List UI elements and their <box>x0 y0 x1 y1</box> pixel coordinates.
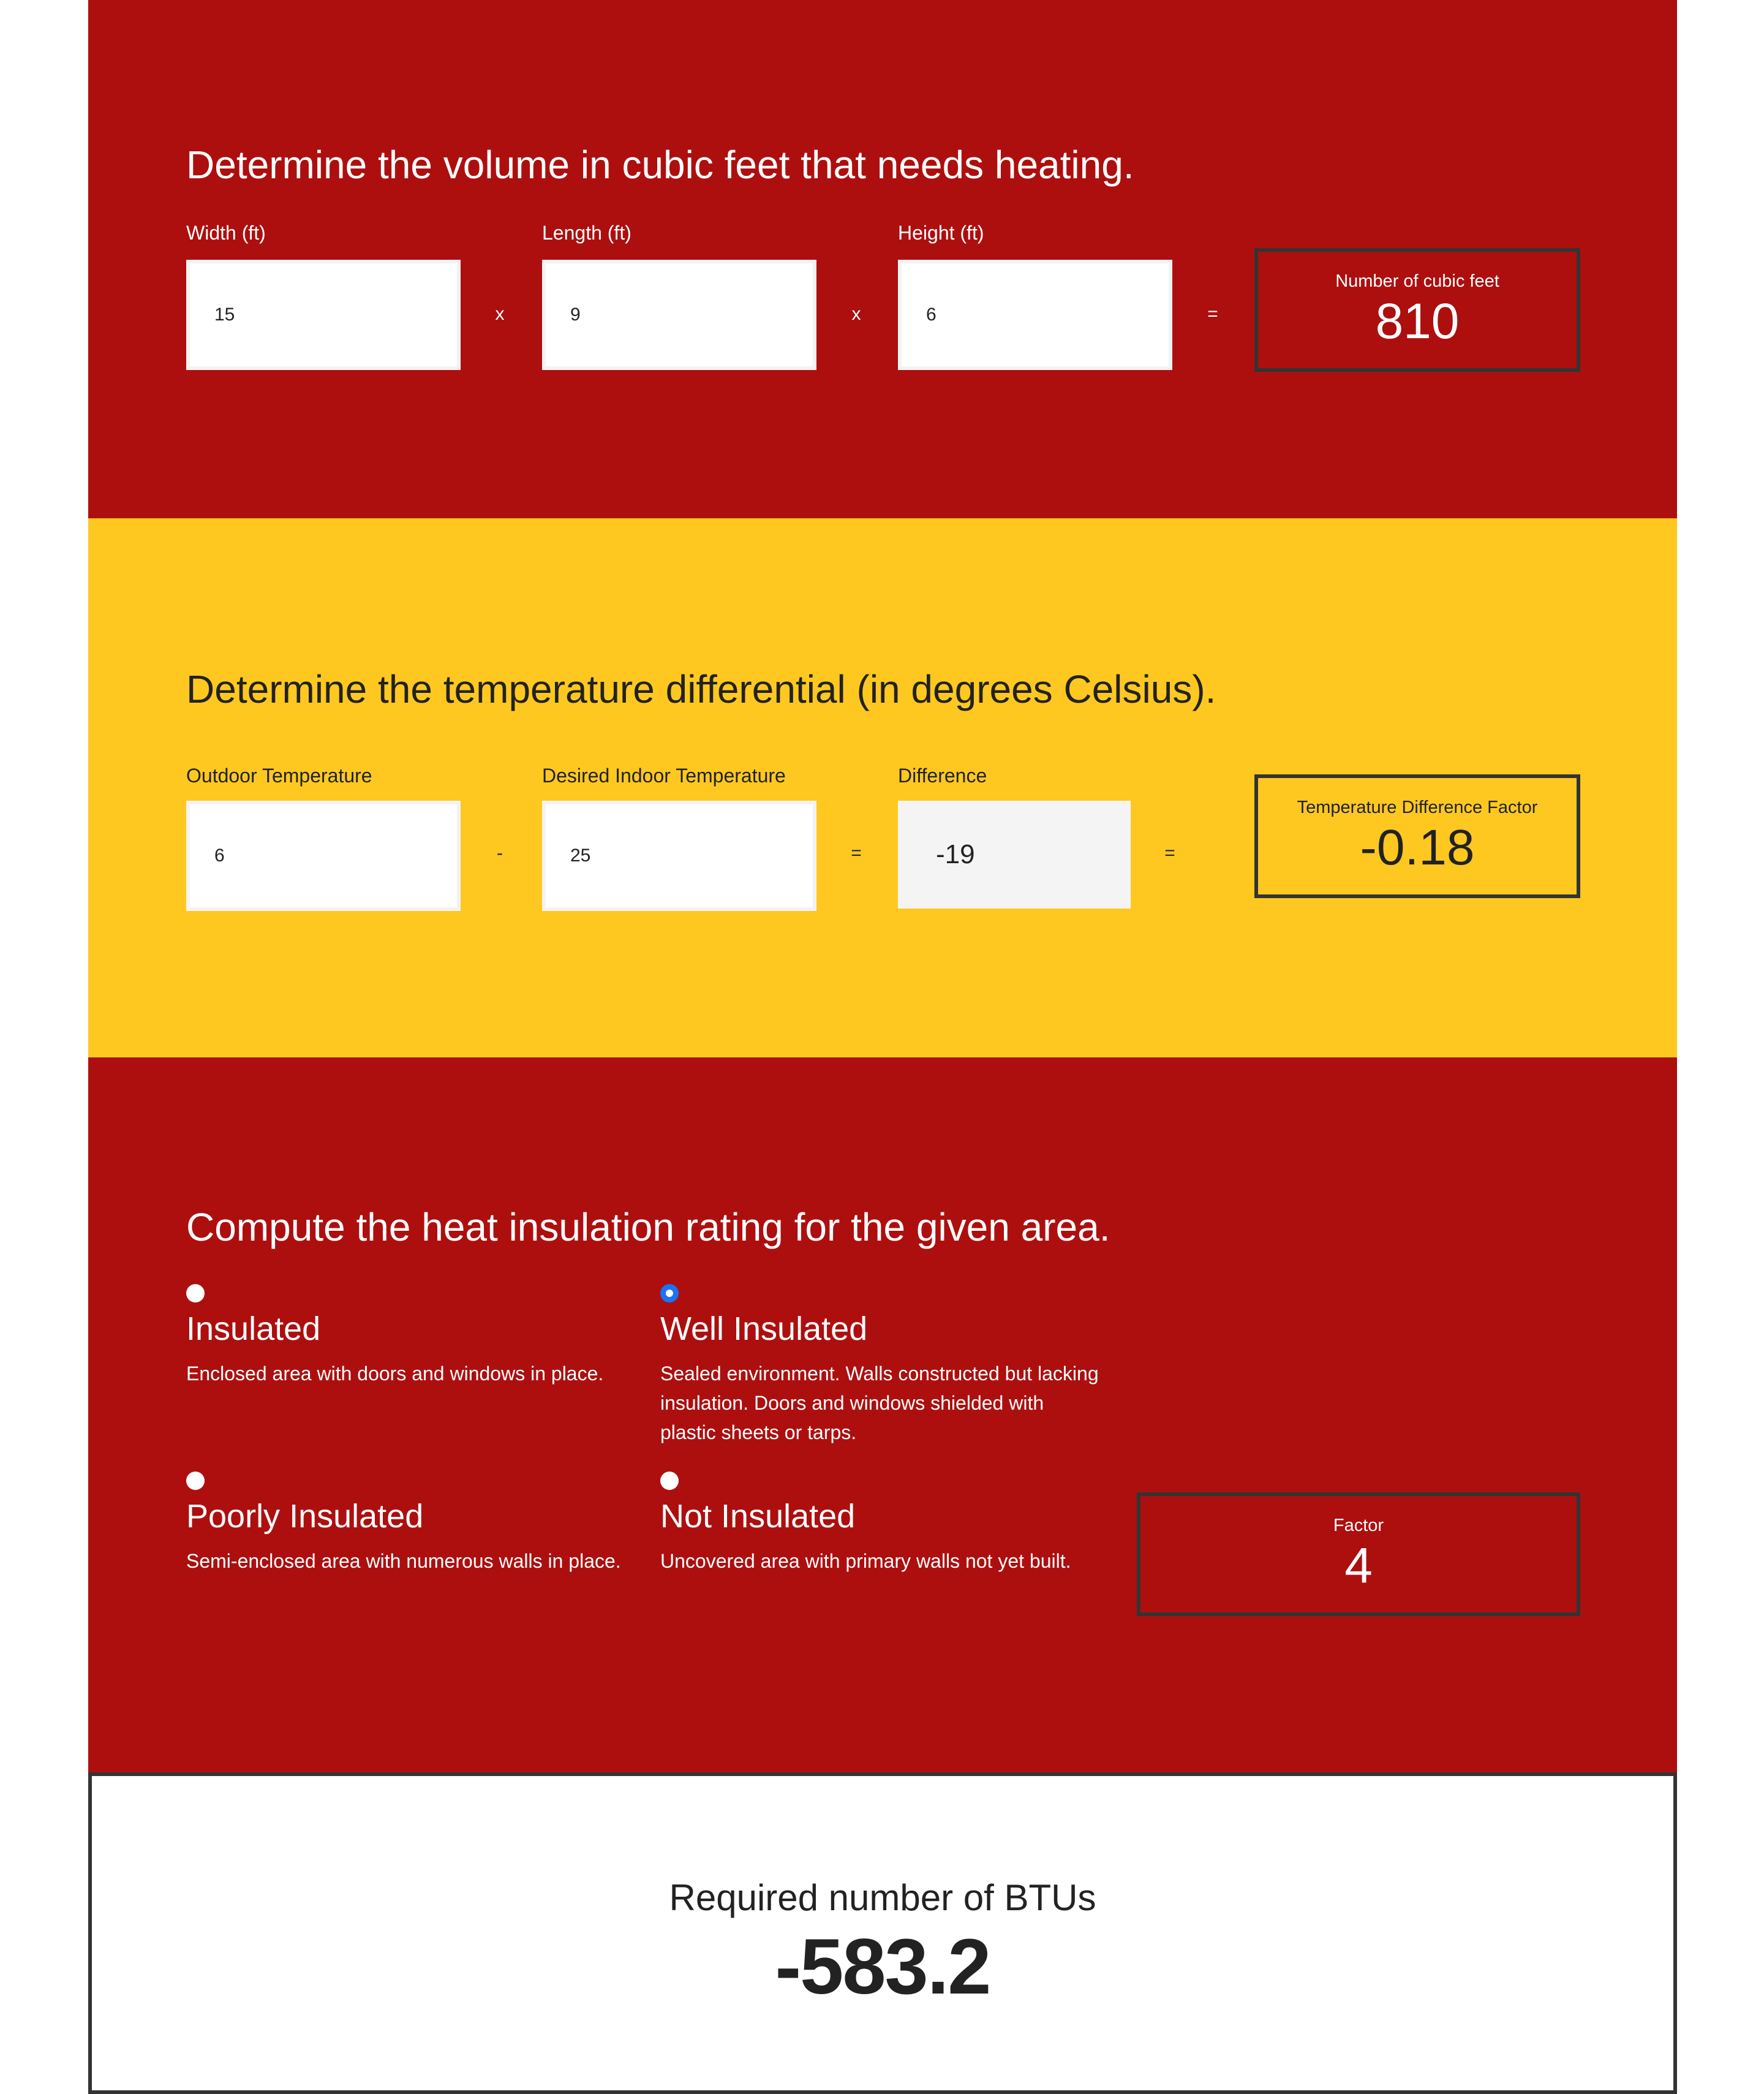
height-label: Height (ft) <box>898 222 984 244</box>
option-insulated[interactable]: Insulated Enclosed area with doors and w… <box>186 1284 627 1388</box>
equals-operator-1: = <box>851 843 862 863</box>
option-description: Sealed environment. Walls constructed bu… <box>660 1363 1099 1443</box>
temp-factor-label: Temperature Difference Factor <box>1297 798 1538 818</box>
option-title: Not Insulated <box>660 1498 856 1535</box>
radio-not-insulated[interactable] <box>660 1472 679 1490</box>
option-description: Uncovered area with primary walls not ye… <box>660 1550 1071 1572</box>
option-well-insulated[interactable]: Well Insulated Sealed environment. Walls… <box>660 1284 1101 1447</box>
length-label: Length (ft) <box>542 222 631 244</box>
calculator: Determine the volume in cubic feet that … <box>88 0 1677 2094</box>
insulation-factor-value: 4 <box>1344 1538 1373 1594</box>
multiply-operator-1: x <box>495 304 505 324</box>
insulation-section: Compute the heat insulation rating for t… <box>88 1057 1677 1772</box>
btu-label: Required number of BTUs <box>669 1877 1096 1918</box>
cubic-feet-result: Number of cubic feet 810 <box>1254 248 1580 372</box>
option-title: Well Insulated <box>660 1310 868 1347</box>
option-poorly-insulated[interactable]: Poorly Insulated Semi-enclosed area with… <box>186 1472 627 1576</box>
insulation-factor-result: Factor 4 <box>1137 1492 1580 1616</box>
temperature-section: Determine the temperature differential (… <box>88 518 1677 1057</box>
equals-operator: = <box>1207 304 1218 324</box>
insulation-factor-label: Factor <box>1333 1516 1384 1536</box>
temp-factor-result: Temperature Difference Factor -0.18 <box>1254 774 1580 898</box>
multiply-operator-2: x <box>851 304 861 324</box>
indoor-temp-label: Desired Indoor Temperature <box>542 765 786 787</box>
option-not-insulated[interactable]: Not Insulated Uncovered area with primar… <box>660 1472 1101 1576</box>
volume-section: Determine the volume in cubic feet that … <box>88 0 1677 518</box>
difference-field: -19 <box>898 801 1131 909</box>
width-label: Width (ft) <box>186 222 266 244</box>
btu-result-section: Required number of BTUs -583.2 <box>88 1772 1677 2094</box>
cubic-feet-value: 810 <box>1375 293 1460 350</box>
btu-value: -583.2 <box>775 1923 992 2011</box>
outdoor-temp-label: Outdoor Temperature <box>186 765 372 787</box>
temp-factor-value: -0.18 <box>1360 820 1475 876</box>
indoor-temp-input[interactable]: 25 <box>542 801 816 911</box>
temperature-heading: Determine the temperature differential (… <box>186 667 1216 711</box>
option-description: Semi-enclosed area with numerous walls i… <box>186 1550 621 1572</box>
cubic-feet-label: Number of cubic feet <box>1335 271 1499 292</box>
outdoor-temp-input[interactable]: 6 <box>186 801 461 911</box>
width-input[interactable]: 15 <box>186 260 461 370</box>
radio-insulated[interactable] <box>186 1284 205 1302</box>
equals-operator-2: = <box>1164 843 1175 863</box>
option-title: Insulated <box>186 1310 321 1347</box>
volume-heading: Determine the volume in cubic feet that … <box>186 143 1134 187</box>
insulation-heading: Compute the heat insulation rating for t… <box>186 1205 1110 1249</box>
radio-well-insulated[interactable] <box>660 1284 679 1302</box>
length-input[interactable]: 9 <box>542 260 816 370</box>
option-description: Enclosed area with doors and windows in … <box>186 1363 604 1385</box>
option-title: Poorly Insulated <box>186 1498 424 1535</box>
minus-operator: - <box>497 843 503 863</box>
height-input[interactable]: 6 <box>898 260 1172 370</box>
difference-label: Difference <box>898 765 987 787</box>
radio-poorly-insulated[interactable] <box>186 1472 205 1490</box>
